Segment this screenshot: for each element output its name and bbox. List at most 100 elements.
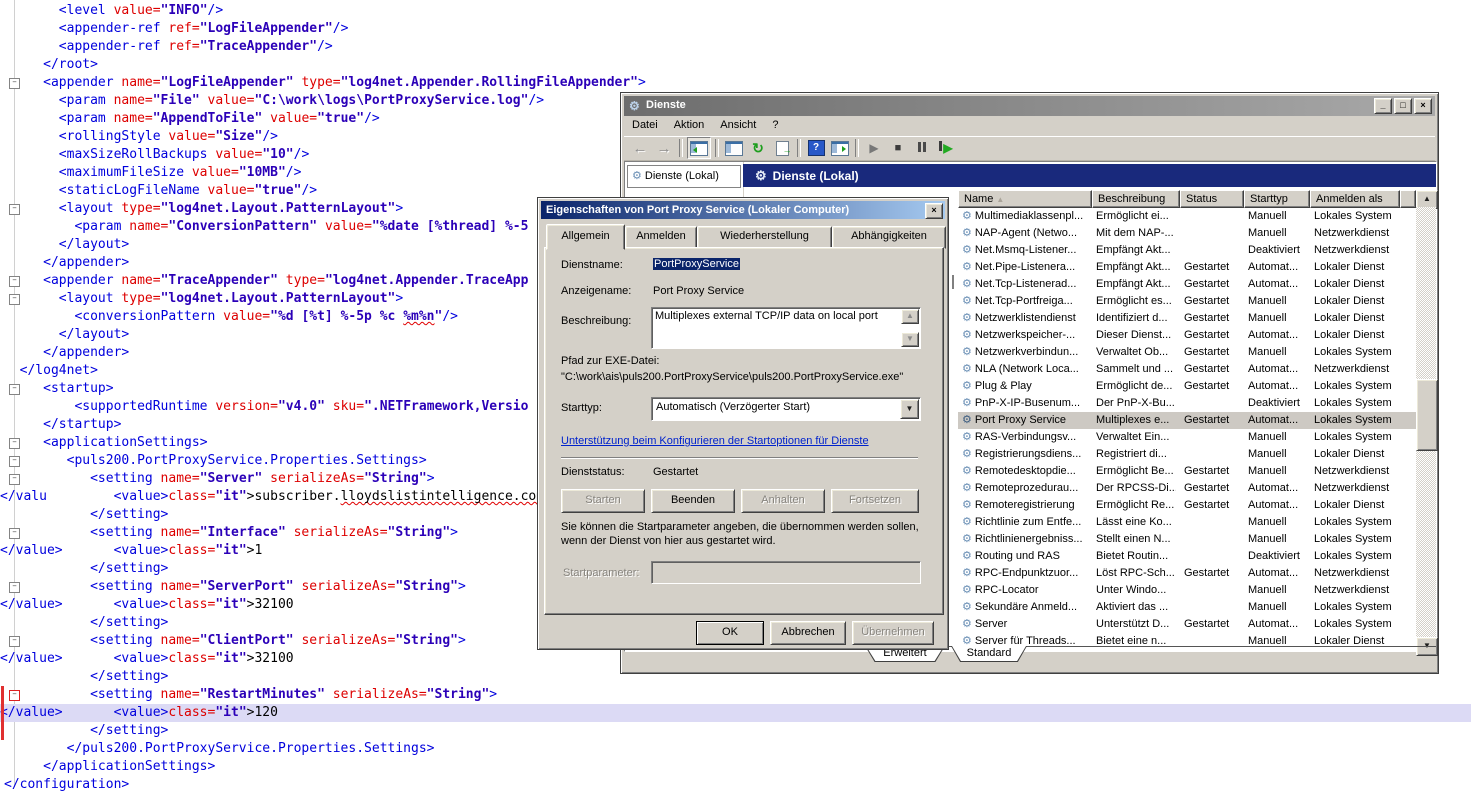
close-icon[interactable]: × bbox=[925, 203, 943, 219]
service-cell: Manuell bbox=[1248, 310, 1310, 327]
show-console-tree-icon[interactable] bbox=[687, 137, 711, 159]
menu-datei[interactable]: Datei bbox=[624, 116, 666, 135]
scrollbar-thumb[interactable] bbox=[1416, 379, 1438, 451]
column-header-name[interactable]: Name ▲ bbox=[958, 190, 1092, 208]
starttyp-combobox[interactable]: Automatisch (Verzögerter Start) ▼ bbox=[651, 397, 921, 421]
fold-collapse-icon[interactable]: − bbox=[9, 78, 20, 89]
service-cell: Automat... bbox=[1248, 276, 1310, 293]
fold-collapse-icon[interactable]: − bbox=[9, 582, 20, 593]
service-row[interactable]: ⚙ Net.Pipe-Listenera...Empfängt Akt...Ge… bbox=[958, 259, 1416, 276]
gear-icon: ⚙ bbox=[962, 414, 972, 426]
pane-splitter[interactable] bbox=[952, 275, 954, 289]
anzeigename-label: Anzeigename: bbox=[561, 285, 631, 297]
properties-icon[interactable] bbox=[723, 138, 745, 158]
fold-collapse-icon[interactable]: − bbox=[9, 456, 20, 467]
fold-collapse-icon[interactable]: − bbox=[9, 204, 20, 215]
service-row[interactable]: ⚙ Net.Msmq-Listener...Empfängt Akt...Dea… bbox=[958, 242, 1416, 259]
view-tab-standard[interactable]: Standard bbox=[951, 646, 1027, 662]
fold-collapse-icon[interactable]: − bbox=[9, 438, 20, 449]
service-row[interactable]: ⚙ Richtlinienergebniss...Stellt einen N.… bbox=[958, 531, 1416, 548]
beenden-button[interactable]: Beenden bbox=[651, 489, 735, 513]
service-cell: Manuell bbox=[1248, 429, 1310, 446]
service-cell bbox=[1184, 582, 1244, 599]
beschreibung-textbox[interactable]: Multiplexes external TCP/IP data on loca… bbox=[651, 307, 921, 349]
pause-service-icon[interactable] bbox=[911, 138, 933, 158]
service-cell: Mit dem NAP-... bbox=[1096, 225, 1176, 242]
start-service-icon[interactable]: ▶ bbox=[863, 138, 885, 158]
service-cell: Automat... bbox=[1248, 480, 1310, 497]
fold-collapse-icon[interactable]: − bbox=[9, 690, 20, 701]
service-cell: Automat... bbox=[1248, 378, 1310, 395]
service-row[interactable]: ⚙ Multimediaklassenpl...Ermöglicht ei...… bbox=[958, 208, 1416, 225]
export-list-icon[interactable]: → bbox=[771, 138, 793, 158]
fold-collapse-icon[interactable]: − bbox=[9, 294, 20, 305]
fold-collapse-icon[interactable]: − bbox=[9, 474, 20, 485]
minimize-icon[interactable]: _ bbox=[1374, 98, 1392, 114]
fold-collapse-icon[interactable]: − bbox=[9, 528, 20, 539]
abbrechen-button[interactable]: Abbrechen bbox=[770, 621, 846, 645]
refresh-icon[interactable]: ↻ bbox=[747, 138, 769, 158]
service-row[interactable]: ⚙ NetzwerklistendienstIdentifiziert d...… bbox=[958, 310, 1416, 327]
column-header-starttyp[interactable]: Starttyp bbox=[1244, 190, 1310, 208]
service-cell: ⚙ Richtlinie zum Entfe... bbox=[962, 514, 1088, 531]
service-row[interactable]: ⚙ Plug & PlayErmöglicht de...GestartetAu… bbox=[958, 378, 1416, 395]
service-row[interactable]: ⚙ Net.Tcp-Listenerad...Empfängt Akt...Ge… bbox=[958, 276, 1416, 293]
column-header-anmelden-als[interactable]: Anmelden als bbox=[1310, 190, 1400, 208]
show-action-pane-icon[interactable] bbox=[829, 138, 851, 158]
column-header-status[interactable]: Status bbox=[1180, 190, 1244, 208]
service-row[interactable]: ⚙ Routing und RASBietet Routin...Deaktiv… bbox=[958, 548, 1416, 565]
service-row[interactable]: ⚙ RAS-Verbindungsv...Verwaltet Ein...Man… bbox=[958, 429, 1416, 446]
services-banner: ⚙Dienste (Lokal) bbox=[743, 164, 1436, 187]
scroll-down-icon[interactable]: ▼ bbox=[901, 332, 919, 347]
service-cell: ⚙ Multimediaklassenpl... bbox=[962, 208, 1088, 225]
menu-?[interactable]: ? bbox=[764, 116, 786, 135]
chevron-down-icon[interactable]: ▼ bbox=[900, 399, 919, 419]
fold-collapse-icon[interactable]: − bbox=[9, 636, 20, 647]
tree-item-dienste-lokal[interactable]: ⚙Dienste (Lokal) bbox=[627, 165, 741, 188]
service-row[interactable]: ⚙ PnP-X-IP-Busenum...Der PnP-X-Bu...Deak… bbox=[958, 395, 1416, 412]
service-row[interactable]: ⚙ Sekundäre Anmeld...Aktiviert das ...Ma… bbox=[958, 599, 1416, 616]
scroll-up-icon[interactable]: ▲ bbox=[901, 309, 919, 324]
gear-icon: ⚙ bbox=[962, 210, 972, 222]
service-row[interactable]: ⚙ ServerUnterstützt D...GestartetAutomat… bbox=[958, 616, 1416, 633]
services-titlebar[interactable]: ⚙ Dienste _□× bbox=[624, 96, 1435, 116]
service-row[interactable]: ⚙ Remoteprozedurau...Der RPCSS-Di...Gest… bbox=[958, 480, 1416, 497]
service-row[interactable]: ⚙ NLA (Network Loca...Sammelt und ...Ges… bbox=[958, 361, 1416, 378]
dialog-titlebar[interactable]: Eigenschaften von Port Proxy Service (Lo… bbox=[541, 201, 945, 219]
menu-ansicht[interactable]: Ansicht bbox=[712, 116, 764, 135]
fold-collapse-icon[interactable]: − bbox=[9, 276, 20, 287]
changed-line-marker bbox=[1, 722, 4, 740]
service-cell: Manuell bbox=[1248, 531, 1310, 548]
ok-button[interactable]: OK bbox=[696, 621, 764, 645]
service-row[interactable]: ⚙ NAP-Agent (Netwo...Mit dem NAP-...Manu… bbox=[958, 225, 1416, 242]
fold-collapse-icon[interactable]: − bbox=[9, 384, 20, 395]
dialog-tab-wiederherstellung[interactable]: Wiederherstellung bbox=[697, 226, 832, 249]
back-icon[interactable]: ← bbox=[629, 138, 651, 158]
service-row[interactable]: ⚙ RPC-Endpunktzuor...Löst RPC-Sch...Gest… bbox=[958, 565, 1416, 582]
service-row[interactable]: ⚙ Port Proxy ServiceMultiplexes e...Gest… bbox=[958, 412, 1416, 429]
dialog-tab-abhangigkeiten[interactable]: Abhängigkeiten bbox=[832, 226, 946, 249]
help-icon[interactable]: ? bbox=[805, 138, 827, 158]
close-icon[interactable]: × bbox=[1414, 98, 1432, 114]
service-row[interactable]: ⚙ Net.Tcp-Portfreiga...Ermöglicht es...G… bbox=[958, 293, 1416, 310]
service-cell: ⚙ Plug & Play bbox=[962, 378, 1088, 395]
maximize-icon[interactable]: □ bbox=[1394, 98, 1412, 114]
forward-icon[interactable]: → bbox=[653, 138, 675, 158]
service-row[interactable]: ⚙ RPC-LocatorUnter Windo...ManuellNetzwe… bbox=[958, 582, 1416, 599]
column-header-beschreibung[interactable]: Beschreibung bbox=[1092, 190, 1180, 208]
menu-aktion[interactable]: Aktion bbox=[666, 116, 713, 135]
dialog-tab-allgemein[interactable]: Allgemein bbox=[546, 224, 625, 250]
service-cell: Der RPCSS-Di... bbox=[1096, 480, 1176, 497]
dialog-tab-anmelden[interactable]: Anmelden bbox=[625, 226, 697, 249]
service-cell: Lokales System bbox=[1314, 429, 1400, 446]
restart-service-icon[interactable]: ▶ bbox=[935, 138, 957, 158]
startoptions-help-link[interactable]: Unterstützung beim Konfigurieren der Sta… bbox=[561, 435, 869, 447]
service-row[interactable]: ⚙ Netzwerkverbindun...Verwaltet Ob...Ges… bbox=[958, 344, 1416, 361]
service-row[interactable]: ⚙ Remotedesktopdie...Ermöglicht Be...Ges… bbox=[958, 463, 1416, 480]
service-row[interactable]: ⚙ Registrierungsdiens...Registriert di..… bbox=[958, 446, 1416, 463]
service-row[interactable]: ⚙ Richtlinie zum Entfe...Lässt eine Ko..… bbox=[958, 514, 1416, 531]
service-cell: Empfängt Akt... bbox=[1096, 276, 1176, 293]
service-row[interactable]: ⚙ Netzwerkspeicher-...Dieser Dienst...Ge… bbox=[958, 327, 1416, 344]
service-row[interactable]: ⚙ RemoteregistrierungErmöglicht Re...Ges… bbox=[958, 497, 1416, 514]
stop-service-icon[interactable]: ■ bbox=[887, 138, 909, 158]
